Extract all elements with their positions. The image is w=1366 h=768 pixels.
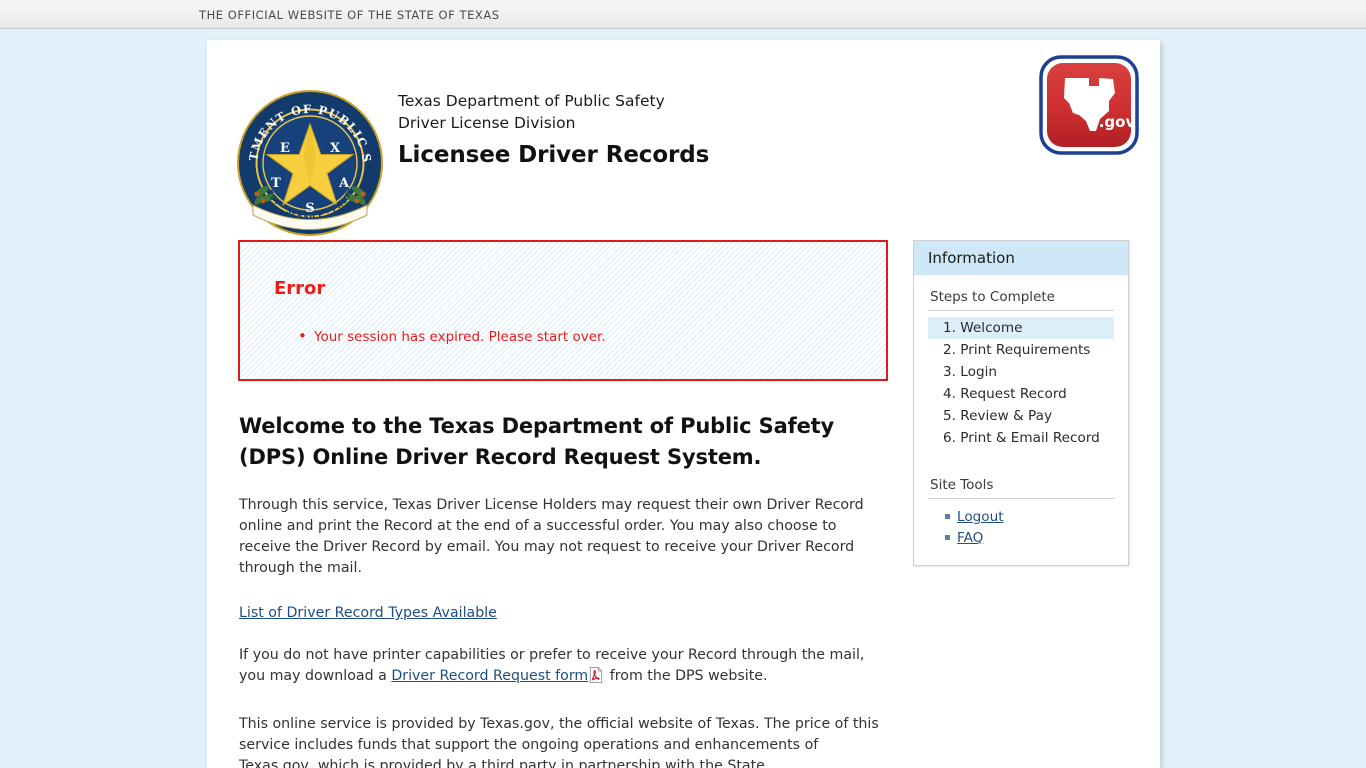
error-box: Error • Your session has expired. Please… bbox=[238, 240, 888, 381]
information-panel: Information Steps to Complete 1. Welcome… bbox=[913, 240, 1129, 566]
svg-text:X: X bbox=[330, 141, 341, 156]
bullet-icon: • bbox=[298, 327, 307, 345]
pdf-document-icon bbox=[589, 666, 603, 690]
page-container: E X T A S DEPARTMENT OF PUBLIC SAFETY CO… bbox=[207, 40, 1160, 768]
steps-list: 1. Welcome 2. Print Requirements 3. Logi… bbox=[928, 317, 1114, 449]
state-bar-label: THE OFFICIAL WEBSITE OF THE STATE OF TEX… bbox=[199, 8, 500, 22]
download-paragraph: If you do not have printer capabilities … bbox=[239, 645, 889, 690]
site-tools-item-faq: FAQ bbox=[945, 528, 1114, 549]
error-message-item: • Your session has expired. Please start… bbox=[298, 327, 606, 346]
driver-record-request-form-link[interactable]: Driver Record Request form bbox=[391, 668, 588, 684]
sidebar-step-print-email-record[interactable]: 6. Print & Email Record bbox=[928, 427, 1114, 449]
svg-text:E: E bbox=[280, 141, 290, 156]
logout-link[interactable]: Logout bbox=[957, 509, 1004, 525]
page-background: E X T A S DEPARTMENT OF PUBLIC SAFETY CO… bbox=[0, 29, 1366, 768]
record-types-link-row: List of Driver Record Types Available bbox=[239, 602, 888, 621]
texas-gov-suffix: .gov bbox=[1099, 113, 1136, 131]
sidebar-step-review-pay[interactable]: 5. Review & Pay bbox=[928, 405, 1114, 427]
steps-to-complete-label: Steps to Complete bbox=[928, 285, 1114, 311]
error-message-text: Your session has expired. Please start o… bbox=[314, 329, 606, 345]
square-bullet-icon bbox=[945, 514, 950, 519]
square-bullet-icon bbox=[945, 535, 950, 540]
agency-name: Texas Department of Public Safety bbox=[398, 92, 665, 110]
sidebar-column: Information Steps to Complete 1. Welcome… bbox=[913, 240, 1129, 566]
intro-paragraph: Through this service, Texas Driver Licen… bbox=[239, 497, 864, 576]
dps-seal-icon: E X T A S DEPARTMENT OF PUBLIC SAFETY CO… bbox=[229, 77, 385, 238]
brand-block: Texas Department of Public Safety Driver… bbox=[398, 90, 709, 168]
page-title: Licensee Driver Records bbox=[398, 142, 710, 168]
faq-link[interactable]: FAQ bbox=[957, 530, 983, 546]
texasgov-paragraph: This online service is provided by Texas… bbox=[239, 716, 879, 768]
division-name: Driver License Division bbox=[398, 114, 576, 132]
download-paragraph-post: from the DPS website. bbox=[605, 668, 768, 684]
information-panel-header: Information bbox=[914, 241, 1128, 275]
main-column: Error • Your session has expired. Please… bbox=[238, 240, 888, 768]
error-title: Error bbox=[274, 278, 326, 299]
record-types-link[interactable]: List of Driver Record Types Available bbox=[239, 605, 497, 621]
site-tools-label: Site Tools bbox=[928, 473, 1114, 499]
sidebar-step-welcome[interactable]: 1. Welcome bbox=[928, 317, 1114, 339]
sidebar-step-request-record[interactable]: 4. Request Record bbox=[928, 383, 1114, 405]
sidebar-step-print-requirements[interactable]: 2. Print Requirements bbox=[928, 339, 1114, 361]
information-panel-body: Steps to Complete 1. Welcome 2. Print Re… bbox=[914, 275, 1128, 565]
error-message-list: • Your session has expired. Please start… bbox=[296, 327, 606, 346]
welcome-heading: Welcome to the Texas Department of Publi… bbox=[239, 414, 835, 469]
texas-gov-logo-icon[interactable]: .gov bbox=[1039, 55, 1139, 155]
sidebar-step-login[interactable]: 3. Login bbox=[928, 361, 1114, 383]
masthead: E X T A S DEPARTMENT OF PUBLIC SAFETY CO… bbox=[207, 40, 1160, 240]
state-bar: THE OFFICIAL WEBSITE OF THE STATE OF TEX… bbox=[0, 0, 1366, 29]
site-tools-list: Logout FAQ bbox=[928, 507, 1114, 549]
site-tools-item-logout: Logout bbox=[945, 507, 1114, 528]
